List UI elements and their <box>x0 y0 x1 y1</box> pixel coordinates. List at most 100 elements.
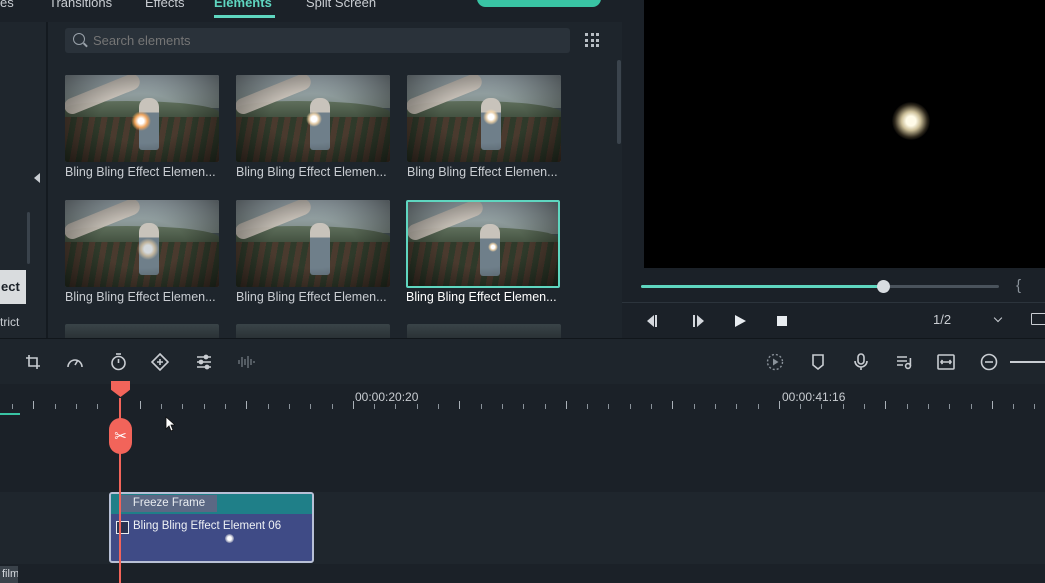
clip-title: Bling Bling Effect Element 06 <box>133 520 282 532</box>
ruler-tick <box>75 404 77 409</box>
mouse-cursor <box>165 416 175 432</box>
element-caption: Bling Bling Effect Elemen... <box>236 290 387 304</box>
ruler-tick <box>885 401 887 409</box>
ruler-tick <box>906 404 908 409</box>
ruler-tick <box>714 404 716 409</box>
ruler-tick <box>480 404 482 409</box>
ruler-tick <box>587 404 589 409</box>
tab-elements[interactable]: Elements <box>214 0 272 10</box>
search-icon <box>73 33 85 45</box>
zoom-out-icon[interactable] <box>980 353 998 371</box>
ruler-tick <box>736 404 738 409</box>
zoom-slider[interactable] <box>1010 361 1045 363</box>
ruler-tick <box>970 404 972 409</box>
page-select-value: 1/2 <box>933 312 952 327</box>
download-button[interactable] <box>477 0 601 7</box>
ruler-tick <box>800 404 802 409</box>
tab-transitions[interactable]: Transitions <box>49 0 112 10</box>
playback-progress-bar[interactable] <box>641 280 999 293</box>
ruler-tick <box>821 404 823 409</box>
audio-waveform-icon[interactable] <box>237 353 255 371</box>
ruler-tick <box>139 401 141 409</box>
ruler-tick <box>12 404 13 409</box>
select-button[interactable]: ect <box>0 270 26 304</box>
ruler-tick <box>949 404 951 409</box>
element-caption: Bling Bling Effect Elemen... <box>407 165 558 179</box>
speed-icon[interactable] <box>66 353 84 371</box>
ruler-tick <box>97 404 99 409</box>
duration-timer-icon[interactable] <box>109 353 127 371</box>
ruler-tick <box>778 401 780 409</box>
timeline-ruler[interactable]: 00:00:20:20 00:00:41:16 <box>0 384 1045 414</box>
ruler-tick <box>757 404 759 409</box>
element-thumbnail[interactable] <box>236 324 390 338</box>
ruler-tick <box>54 404 56 409</box>
fit-timeline-icon[interactable] <box>937 353 955 371</box>
ruler-tick <box>331 404 333 409</box>
element-caption: Bling Bling Effect Elemen... <box>65 165 216 179</box>
ruler-tick <box>544 404 546 409</box>
next-frame-icon[interactable] <box>689 312 707 330</box>
element-thumbnail[interactable] <box>236 200 390 287</box>
progress-knob[interactable] <box>876 280 890 293</box>
elements-scrollbar[interactable] <box>617 60 621 144</box>
display-settings-icon[interactable] <box>1031 313 1045 325</box>
timeline-clip[interactable]: Freeze Frame Bling Bling Effect Element … <box>109 492 314 563</box>
sidebar-scrollbar[interactable] <box>27 212 30 264</box>
render-preview-icon[interactable] <box>766 353 784 371</box>
element-thumbnail[interactable] <box>236 75 390 162</box>
scissors-icon[interactable]: ✂ <box>109 418 132 454</box>
ruler-tick <box>1034 404 1036 409</box>
progress-fill <box>641 285 883 288</box>
ruler-tick <box>608 404 610 409</box>
tab-templates-partial[interactable]: es <box>0 0 14 10</box>
clip-thumbnail-sparkle <box>225 534 234 543</box>
audio-mixer-icon[interactable] <box>895 353 913 371</box>
marker-icon[interactable] <box>809 353 827 371</box>
tab-split-screen[interactable]: Split Screen <box>306 0 376 10</box>
element-thumbnail[interactable] <box>407 324 561 338</box>
ruler-tick <box>672 401 674 409</box>
player-divider <box>622 302 1045 303</box>
freeze-frame-label: Freeze Frame <box>121 495 217 512</box>
timeline-toolbar <box>0 338 1045 384</box>
grid-view-icon[interactable] <box>585 33 599 47</box>
ruler-tick <box>33 401 35 409</box>
active-tab-indicator <box>214 15 275 18</box>
element-thumbnail[interactable] <box>65 75 219 162</box>
ruler-tick <box>438 404 439 409</box>
ruler-tick <box>352 401 354 409</box>
chevron-down-icon <box>993 313 1003 323</box>
ruler-tick <box>374 404 376 409</box>
timecode-label: 00:00:20:20 <box>355 390 419 404</box>
timecode-label: 00:00:41:16 <box>782 390 846 404</box>
collapse-sidebar-icon[interactable] <box>34 173 40 183</box>
ruler-tick <box>203 404 205 409</box>
element-thumbnail-selected[interactable] <box>406 200 560 288</box>
ruler-tick <box>565 401 567 409</box>
microphone-icon[interactable] <box>852 353 870 371</box>
search-input[interactable] <box>93 28 553 53</box>
previous-frame-icon[interactable] <box>645 312 663 330</box>
ruler-tick <box>693 404 695 409</box>
ruler-tick <box>310 404 312 409</box>
element-thumbnail[interactable] <box>65 200 219 287</box>
element-thumbnail[interactable] <box>65 324 219 338</box>
ruler-tick <box>651 404 652 409</box>
ruler-tick <box>501 404 503 409</box>
crop-icon[interactable] <box>24 353 42 371</box>
tab-effects[interactable]: Effects <box>145 0 185 10</box>
page-select[interactable]: 1/2 <box>933 312 1007 330</box>
ruler-tick <box>1013 404 1015 409</box>
mark-in-bracket[interactable]: { <box>1016 277 1021 294</box>
ruler-tick <box>225 404 226 409</box>
play-icon[interactable] <box>731 312 749 330</box>
stop-icon[interactable] <box>773 312 791 330</box>
keyframe-icon[interactable] <box>151 353 169 371</box>
search-box[interactable] <box>65 28 570 53</box>
preview-canvas <box>644 0 1045 268</box>
ruler-tick <box>161 404 163 409</box>
adjust-sliders-icon[interactable] <box>195 353 213 371</box>
element-thumbnail[interactable] <box>407 75 561 162</box>
ruler-tick <box>267 404 269 409</box>
